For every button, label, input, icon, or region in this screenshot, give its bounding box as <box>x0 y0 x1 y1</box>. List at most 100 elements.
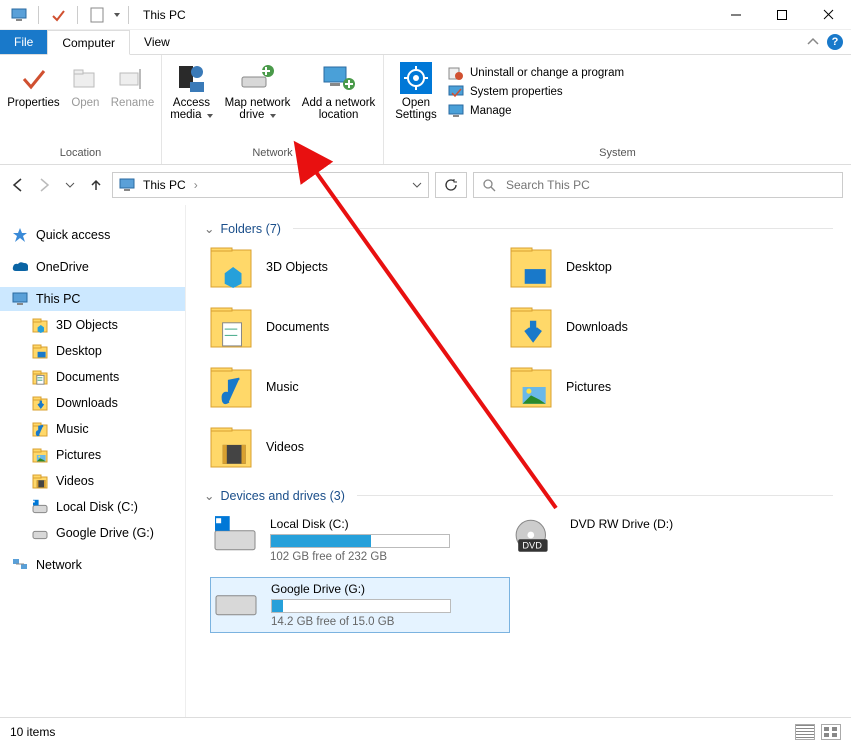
folder-item[interactable]: Videos <box>210 426 510 468</box>
search-box[interactable] <box>473 172 843 198</box>
ribbon-open-button: Open <box>67 61 104 109</box>
ribbon-open-settings-button[interactable]: Open Settings <box>390 61 442 121</box>
drive-item[interactable]: Local Disk (C:)102 GB free of 232 GB <box>210 513 510 567</box>
section-drives-header[interactable]: ⌄ Devices and drives (3) <box>204 488 833 503</box>
folder-item[interactable]: 3D Objects <box>210 246 510 288</box>
search-input[interactable] <box>504 177 834 193</box>
pictures-icon <box>510 366 552 408</box>
collapse-ribbon-icon[interactable] <box>807 36 819 48</box>
drive-usage-bar <box>271 599 451 613</box>
nav-child-item[interactable]: Google Drive (G:) <box>0 521 185 545</box>
nav-child-item[interactable]: 3D Objects <box>0 313 185 337</box>
this-pc-icon <box>8 4 30 26</box>
view-details-button[interactable] <box>795 724 815 740</box>
this-pc-icon <box>119 178 135 192</box>
nav-child-item[interactable]: Videos <box>0 469 185 493</box>
ribbon-manage-button[interactable]: Manage <box>448 103 624 119</box>
ribbon-add-network-location-button[interactable]: Add a network location <box>300 61 377 121</box>
rename-icon <box>115 61 149 95</box>
ribbon-map-network-drive-button[interactable]: Map network drive <box>221 61 294 121</box>
quick-access-icon <box>12 227 28 243</box>
music-icon <box>32 421 48 437</box>
refresh-button[interactable] <box>435 172 467 198</box>
open-icon <box>68 61 102 95</box>
dvd-icon: DVD <box>514 517 556 553</box>
uninstall-icon <box>448 65 464 81</box>
ribbon-properties-button[interactable]: Properties <box>6 61 61 109</box>
ribbon-system-properties-button[interactable]: System properties <box>448 84 624 100</box>
navigation-pane: Quick access OneDrive This PC 3D Objects… <box>0 205 186 717</box>
localdisk-icon <box>32 499 48 515</box>
content-pane: ⌄ Folders (7) 3D ObjectsDesktopDocuments… <box>186 205 851 717</box>
search-icon <box>482 178 496 192</box>
qat-dropdown-icon[interactable] <box>114 13 120 17</box>
drive-icon <box>32 525 48 541</box>
desktop-icon <box>510 246 552 288</box>
nav-child-item[interactable]: Local Disk (C:) <box>0 495 185 519</box>
drive-usage-bar <box>270 534 450 548</box>
add-network-location-icon <box>322 61 356 95</box>
drive-item[interactable]: Google Drive (G:)14.2 GB free of 15.0 GB <box>210 577 510 633</box>
tab-computer[interactable]: Computer <box>47 30 130 55</box>
ribbon-group-location: Location <box>6 147 155 162</box>
nav-child-item[interactable]: Pictures <box>0 443 185 467</box>
nav-quick-access[interactable]: Quick access <box>0 223 185 247</box>
drive-icon <box>215 582 257 618</box>
localdisk-icon <box>214 517 256 553</box>
close-button[interactable] <box>805 0 851 30</box>
system-props-icon <box>448 84 464 100</box>
settings-icon <box>399 61 433 95</box>
nav-back-button[interactable] <box>8 175 28 195</box>
ribbon-rename-button: Rename <box>110 61 155 109</box>
section-folders-header[interactable]: ⌄ Folders (7) <box>204 221 833 236</box>
downloads-icon <box>32 395 48 411</box>
drive-item[interactable]: DVDDVD RW Drive (D:) <box>510 513 810 567</box>
downloads-icon <box>510 306 552 348</box>
map-network-drive-icon <box>240 61 274 95</box>
documents-icon <box>32 369 48 385</box>
chevron-down-icon: ⌄ <box>204 488 214 503</box>
folder-item[interactable]: Music <box>210 366 510 408</box>
manage-icon <box>448 103 464 119</box>
videos-icon <box>32 473 48 489</box>
pictures-icon <box>32 447 48 463</box>
refresh-icon <box>444 178 458 192</box>
folder-item[interactable]: Pictures <box>510 366 810 408</box>
help-icon[interactable]: ? <box>827 34 843 50</box>
nav-child-item[interactable]: Music <box>0 417 185 441</box>
this-pc-icon <box>12 291 28 307</box>
nav-child-item[interactable]: Downloads <box>0 391 185 415</box>
access-media-icon <box>174 61 208 95</box>
address-bar[interactable]: This PC › <box>112 172 429 198</box>
nav-child-item[interactable]: Documents <box>0 365 185 389</box>
3dobjects-icon <box>210 246 252 288</box>
status-item-count: 10 items <box>10 725 55 739</box>
tab-file[interactable]: File <box>0 30 47 54</box>
nav-onedrive[interactable]: OneDrive <box>0 255 185 279</box>
videos-icon <box>210 426 252 468</box>
properties-icon <box>16 61 50 95</box>
view-large-button[interactable] <box>821 724 841 740</box>
nav-forward-button[interactable] <box>34 175 54 195</box>
folder-item[interactable]: Downloads <box>510 306 810 348</box>
documents-icon <box>210 306 252 348</box>
qat-new-icon[interactable] <box>86 4 108 26</box>
3dobjects-icon <box>32 317 48 333</box>
folder-item[interactable]: Documents <box>210 306 510 348</box>
folder-item[interactable]: Desktop <box>510 246 810 288</box>
qat-properties-icon[interactable] <box>47 4 69 26</box>
minimize-button[interactable] <box>713 0 759 30</box>
address-dropdown-icon[interactable] <box>412 180 422 190</box>
ribbon-access-media-button[interactable]: Access media <box>168 61 215 121</box>
nav-up-button[interactable] <box>86 175 106 195</box>
ribbon-group-network: Network <box>168 147 377 162</box>
nav-network[interactable]: Network <box>0 553 185 577</box>
nav-child-item[interactable]: Desktop <box>0 339 185 363</box>
ribbon-group-system: System <box>390 147 845 162</box>
svg-text:DVD: DVD <box>522 540 542 550</box>
tab-view[interactable]: View <box>130 30 184 54</box>
nav-recent-dropdown[interactable] <box>60 175 80 195</box>
maximize-button[interactable] <box>759 0 805 30</box>
ribbon-uninstall-button[interactable]: Uninstall or change a program <box>448 65 624 81</box>
nav-this-pc[interactable]: This PC <box>0 287 185 311</box>
